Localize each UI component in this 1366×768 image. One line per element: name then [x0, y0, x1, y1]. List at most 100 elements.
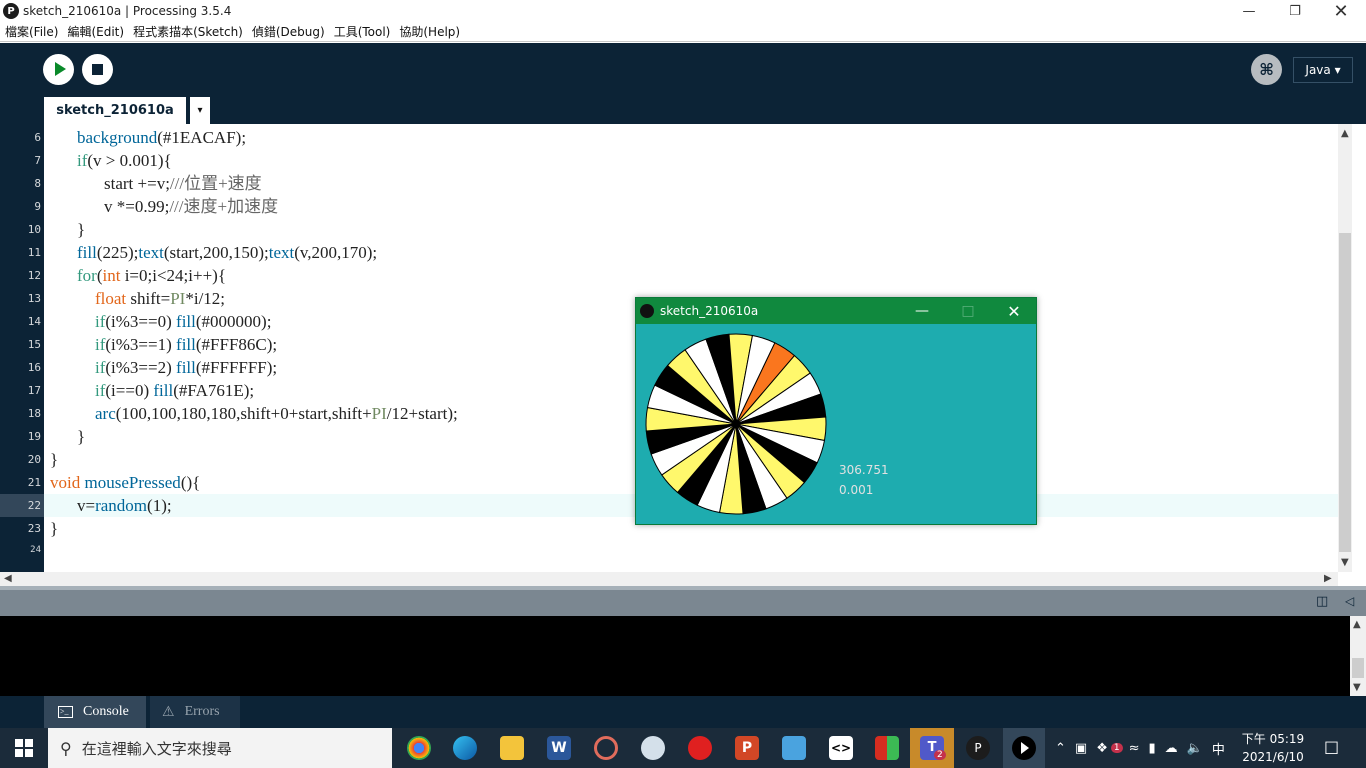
scroll-left-arrow-icon[interactable]: ◀ [4, 573, 12, 584]
chrome-icon[interactable] [407, 736, 431, 760]
console-scrollbar[interactable]: ▲ ▼ [1350, 616, 1366, 696]
token-text: (#1EACAF); [157, 128, 247, 147]
app-icon[interactable] [875, 736, 899, 760]
windows-start-button[interactable] [0, 728, 48, 768]
token-text: shift= [126, 289, 171, 308]
console-scroll-up-icon[interactable]: ▲ [1353, 619, 1361, 630]
show-hidden-icons-icon[interactable]: ⌃ [1055, 741, 1066, 756]
sketch-close-button[interactable]: ✕ [991, 298, 1037, 324]
paint-icon[interactable] [641, 736, 665, 760]
mode-selector[interactable]: Java ▾ [1293, 57, 1353, 83]
word-icon[interactable]: W [547, 736, 571, 760]
tab-sketch[interactable]: sketch_210610a [44, 97, 186, 124]
menu-tool[interactable]: 工具(Tool) [334, 23, 391, 40]
tab-errors-label: Errors [184, 704, 220, 719]
media-player-icon[interactable] [594, 736, 618, 760]
search-icon: ⚲ [60, 738, 72, 758]
copy-console-icon[interactable]: ◫ [1316, 594, 1328, 609]
line-number: 9 [34, 200, 41, 213]
minimize-button[interactable]: — [1226, 0, 1272, 22]
debug-butterfly-icon[interactable]: ⌘ [1251, 54, 1282, 85]
token-text: (100,100,180,180,shift+0+start,shift+ [115, 404, 372, 423]
line-number: 19 [27, 430, 41, 443]
token-text: (#FFF86C); [195, 335, 278, 354]
sketch-maximize-button[interactable]: □ [945, 298, 991, 324]
token-fn: random [95, 496, 148, 515]
token-kw: if [95, 312, 106, 331]
clock[interactable]: 下午 05:19 2021/6/10 [1238, 730, 1308, 766]
stop-button[interactable] [82, 54, 113, 85]
code-line-22: v=random(1); [77, 494, 172, 517]
window-title: sketch_210610a | Processing 3.5.4 [23, 4, 232, 18]
token-fn: fill [77, 243, 97, 262]
sketch-window[interactable]: sketch_210610a — □ ✕ 306.751 0.001 [635, 297, 1037, 525]
console-tabs: >_ Console ⚠ Errors [0, 696, 1366, 728]
console-header: ◫ ◁ [0, 586, 1366, 616]
tab-menu-button[interactable]: ▾ [190, 97, 210, 124]
restore-button[interactable]: ❐ [1272, 0, 1318, 22]
line-number: 23 [27, 522, 41, 535]
sketch-minimize-button[interactable]: — [899, 298, 945, 324]
powerpoint-icon[interactable]: P [735, 736, 759, 760]
token-fn: fill [176, 335, 196, 354]
code-line-18: arc(100,100,180,180,shift+0+start,shift+… [95, 402, 458, 425]
title-bar: P sketch_210610a | Processing 3.5.4 — ❐ … [0, 0, 1366, 22]
line-number: 22 [27, 499, 41, 512]
dropbox-icon[interactable]: ❖ [1096, 741, 1108, 756]
token-type: void [50, 473, 81, 492]
token-fn: text [268, 243, 295, 262]
console-scroll-thumb[interactable] [1352, 658, 1364, 678]
taskbar-search-box[interactable]: ⚲ 在這裡輸入文字來搜尋 [48, 728, 392, 768]
editor-horizontal-scrollbar[interactable] [0, 572, 1338, 586]
token-fn: arc [95, 404, 116, 423]
token-kw: if [77, 151, 88, 170]
file-explorer-icon[interactable] [500, 736, 524, 760]
line-number: 8 [34, 177, 41, 190]
code-line-9: v *=0.99;///速度+加速度 [104, 195, 278, 218]
token-text: (#000000); [195, 312, 272, 331]
sketch-title-bar: sketch_210610a — □ ✕ [636, 298, 1036, 324]
scroll-right-arrow-icon[interactable]: ▶ [1324, 573, 1332, 584]
menu-debug[interactable]: 偵錯(Debug) [252, 23, 325, 40]
spinning-wheel[interactable] [636, 324, 1036, 524]
line-number: 7 [34, 154, 41, 167]
tab-errors[interactable]: ⚠ Errors [150, 696, 240, 728]
code-line-16: if(i%3==2) fill(#FFFFFF); [95, 356, 277, 379]
token-text: (#FFFFFF); [195, 358, 278, 377]
menu-help[interactable]: 協助(Help) [399, 23, 460, 40]
code-line-11: fill(225);text(start,200,150);text(v,200… [77, 241, 377, 264]
processing-taskbar-icon[interactable]: P [966, 736, 990, 760]
menu-file[interactable]: 檔案(File) [5, 23, 58, 40]
run-button[interactable] [43, 54, 74, 85]
token-text: (start,200,150); [163, 243, 269, 262]
ime-indicator[interactable]: 中 [1212, 739, 1225, 758]
notification-center-icon[interactable]: □ [1324, 737, 1339, 756]
tray-badge: 1 [1110, 743, 1123, 753]
close-button[interactable]: ✕ [1318, 0, 1364, 22]
battery-icon[interactable]: ▮ [1149, 741, 1156, 756]
garena-icon[interactable] [688, 736, 712, 760]
console-scroll-down-icon[interactable]: ▼ [1353, 682, 1361, 693]
menu-sketch[interactable]: 程式素描本(Sketch) [133, 23, 243, 40]
token-text: (i%3==0) [105, 312, 177, 331]
windows-logo-icon [15, 739, 33, 757]
line-number: 12 [27, 269, 41, 282]
codeblocks-icon[interactable]: <> [829, 736, 853, 760]
meet-now-icon[interactable]: ▣ [1075, 741, 1087, 756]
edge-icon[interactable] [453, 736, 477, 760]
warning-icon: ⚠ [162, 704, 175, 720]
scroll-up-arrow-icon[interactable]: ▲ [1341, 128, 1349, 139]
onedrive-icon[interactable]: ☁ [1165, 741, 1178, 756]
collapse-console-icon[interactable]: ◁ [1345, 594, 1354, 608]
code-line-20: } [50, 450, 59, 469]
control-panel-icon[interactable] [782, 736, 806, 760]
token-kw: if [95, 335, 106, 354]
line-number: 13 [27, 292, 41, 305]
sketch-play-icon[interactable] [1012, 736, 1036, 760]
editor-vertical-scroll-thumb[interactable] [1339, 233, 1351, 552]
menu-edit[interactable]: 編輯(Edit) [67, 23, 124, 40]
volume-icon[interactable]: 🔈 [1187, 741, 1203, 756]
scroll-down-arrow-icon[interactable]: ▼ [1341, 557, 1349, 568]
tab-console[interactable]: >_ Console [44, 696, 146, 728]
wifi-icon[interactable]: ≈ [1129, 741, 1140, 756]
